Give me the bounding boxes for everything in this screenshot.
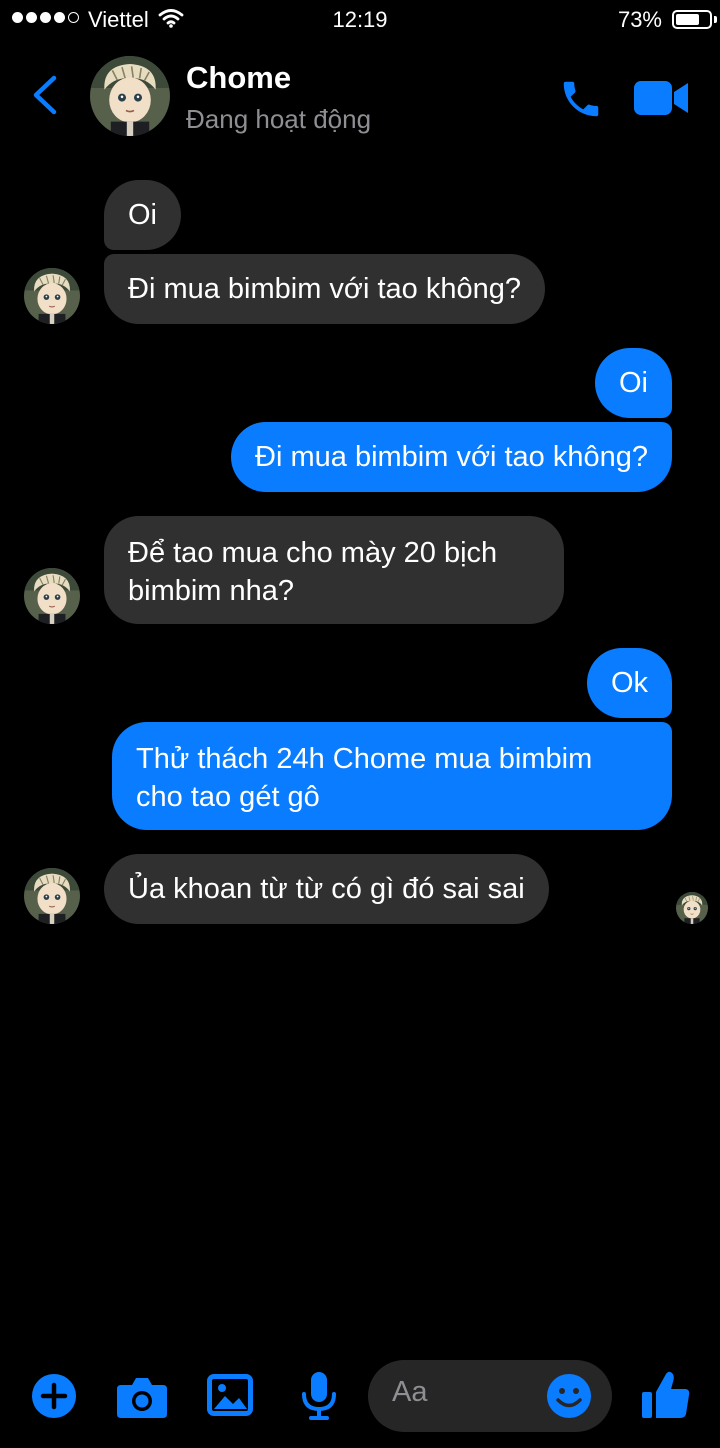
outgoing-message[interactable]: Oi [595, 348, 672, 418]
contact-name[interactable]: Chome [186, 60, 291, 96]
conversation-header: Chome Đang hoạt động [0, 50, 720, 145]
chevron-left-icon[interactable] [28, 74, 60, 121]
camera-icon[interactable] [117, 1376, 167, 1423]
incoming-message[interactable]: Để tao mua cho mày 20 bịch bimbim nha? [104, 516, 564, 624]
seen-receipt-avatar [676, 892, 708, 924]
incoming-message[interactable]: Ủa khoan từ từ có gì đó sai sai [104, 854, 549, 924]
outgoing-message[interactable]: Thử thách 24h Chome mua bimbim cho tao g… [112, 722, 672, 830]
video-camera-icon[interactable] [634, 80, 690, 121]
battery-percent: 73% [617, 7, 662, 32]
status-bar: Viettel 12:19 73% [0, 0, 720, 40]
incoming-message[interactable]: Đi mua bimbim với tao không? [104, 254, 545, 324]
battery-icon [672, 10, 712, 29]
outgoing-message[interactable]: Đi mua bimbim với tao không? [231, 422, 672, 492]
contact-avatar[interactable] [90, 56, 170, 136]
thumbs-up-icon[interactable] [642, 1370, 690, 1425]
incoming-message[interactable]: Oi [104, 180, 181, 250]
clock: 12:19 [332, 7, 388, 32]
outgoing-message[interactable]: Ok [586, 648, 672, 718]
contact-avatar[interactable] [24, 868, 80, 924]
microphone-icon[interactable] [300, 1372, 338, 1425]
image-icon[interactable] [207, 1374, 253, 1421]
message-input[interactable]: Aa [368, 1360, 612, 1432]
emoji-icon[interactable] [546, 1373, 592, 1424]
message-composer: Aa [0, 1350, 720, 1448]
phone-icon[interactable] [558, 76, 604, 127]
battery-cap [714, 16, 717, 23]
active-status: Đang hoạt động [186, 104, 372, 134]
message-input-placeholder: Aa [392, 1376, 428, 1408]
contact-avatar[interactable] [24, 268, 80, 324]
plus-icon[interactable] [32, 1374, 76, 1423]
contact-avatar[interactable] [24, 568, 80, 624]
